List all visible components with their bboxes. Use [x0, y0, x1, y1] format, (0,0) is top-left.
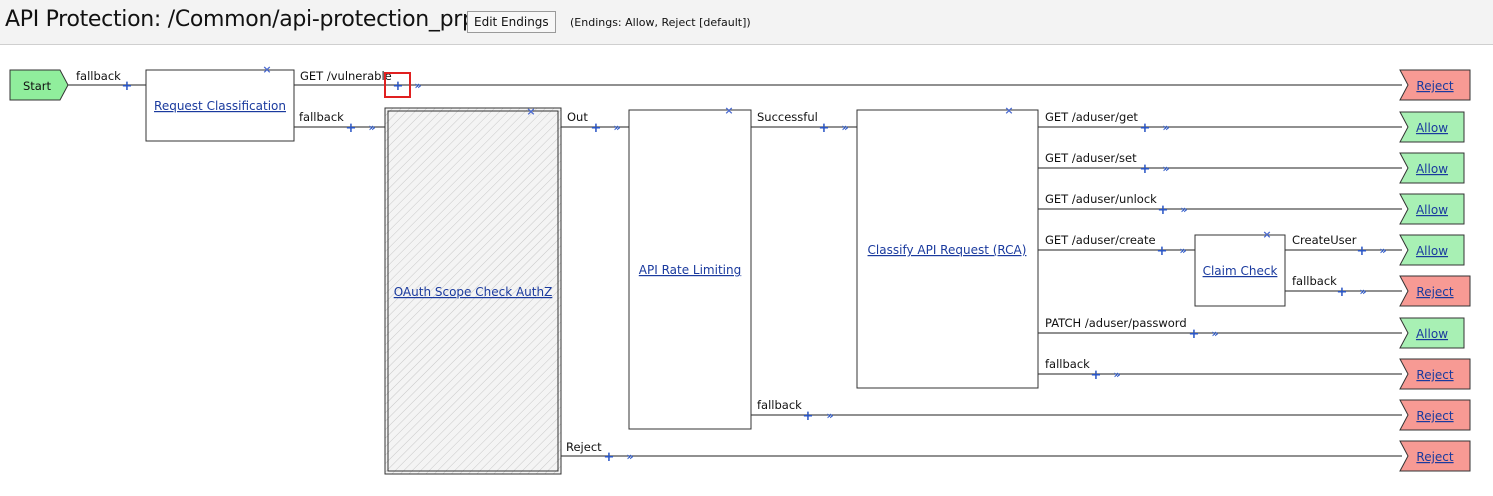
branch-rca-fallback: fallback	[1045, 357, 1090, 371]
policy-flow-diagram: Start × Request Classification × OAuth S…	[9, 63, 1471, 475]
box-classify-rca[interactable]: × Classify API Request (RCA)	[856, 104, 1039, 389]
branch-oauth-out: Out	[567, 110, 588, 124]
arrow-icon: »	[1179, 244, 1186, 257]
branch-cc-fallback: fallback	[1292, 274, 1337, 288]
box-claim-check[interactable]: × Claim Check	[1194, 228, 1286, 307]
claim-check-link[interactable]: Claim Check	[1203, 264, 1278, 278]
ending-reject-10[interactable]: Reject	[1399, 440, 1471, 472]
ending-link[interactable]: Reject	[1416, 285, 1453, 299]
ending-allow-7[interactable]: Allow	[1399, 317, 1465, 349]
arrow-icon: »	[1113, 368, 1120, 381]
branch-rca-unlock: GET /aduser/unlock	[1045, 192, 1157, 206]
close-icon[interactable]: ×	[526, 105, 535, 118]
box-request-classification[interactable]: × Request Classification	[145, 63, 295, 142]
ending-link[interactable]: Reject	[1416, 450, 1453, 464]
arrow-icon: »	[1379, 244, 1386, 257]
branch-rca-create: GET /aduser/create	[1045, 233, 1156, 247]
add-item-icon[interactable]: +	[591, 121, 602, 136]
oauth-scope-link[interactable]: OAuth Scope Check AuthZ	[394, 285, 553, 299]
add-item-icon[interactable]: +	[1158, 203, 1169, 218]
ending-reject-6[interactable]: Reject	[1399, 275, 1471, 307]
close-icon[interactable]: ×	[1004, 104, 1013, 117]
ending-link[interactable]: Allow	[1416, 203, 1448, 217]
arrow-icon: »	[626, 450, 633, 463]
ending-link[interactable]: Reject	[1416, 368, 1453, 382]
arrow-icon: »	[1180, 203, 1187, 216]
ending-link[interactable]: Allow	[1416, 327, 1448, 341]
branch-start-fallback: fallback	[76, 69, 121, 83]
close-icon[interactable]: ×	[1262, 228, 1271, 241]
add-item-icon[interactable]: +	[819, 121, 830, 136]
add-item-icon[interactable]: +	[1140, 162, 1151, 177]
add-item-icon[interactable]: +	[1091, 368, 1102, 383]
add-item-icon[interactable]: +	[1189, 327, 1200, 342]
branch-oauth-reject: Reject	[566, 440, 602, 454]
arrow-icon: »	[1211, 327, 1218, 340]
ending-link[interactable]: Reject	[1416, 79, 1453, 93]
branch-cc-createuser: CreateUser	[1292, 233, 1357, 247]
branch-rca-set: GET /aduser/set	[1045, 151, 1137, 165]
ending-link[interactable]: Reject	[1416, 409, 1453, 423]
add-item-icon[interactable]: +	[1357, 244, 1368, 259]
add-item-icon[interactable]: +	[122, 79, 133, 94]
ending-reject-8[interactable]: Reject	[1399, 358, 1471, 390]
ending-reject-1[interactable]: Reject	[1399, 69, 1471, 101]
classify-rca-link[interactable]: Classify API Request (RCA)	[868, 243, 1027, 257]
arrow-icon: »	[613, 121, 620, 134]
ending-allow-5[interactable]: Allow	[1399, 234, 1465, 266]
ending-link[interactable]: Allow	[1416, 121, 1448, 135]
branch-rca-get: GET /aduser/get	[1045, 110, 1138, 124]
branch-get-vulnerable: GET /vulnerable	[300, 69, 392, 83]
close-icon[interactable]: ×	[724, 104, 733, 117]
branch-rca-patch: PATCH /aduser/password	[1045, 316, 1187, 330]
arrow-icon: »	[826, 409, 833, 422]
arrow-icon: »	[414, 79, 421, 92]
add-item-icon[interactable]: +	[1157, 244, 1168, 259]
box-rate-limiting[interactable]: × API Rate Limiting	[628, 104, 752, 430]
start-label: Start	[23, 79, 52, 93]
close-icon[interactable]: ×	[262, 63, 271, 76]
arrow-icon: »	[368, 121, 375, 134]
box-oauth-scope[interactable]: × OAuth Scope Check AuthZ	[384, 105, 562, 475]
start-node[interactable]: Start	[9, 69, 69, 101]
add-item-icon[interactable]: +	[604, 450, 615, 465]
request-classification-link[interactable]: Request Classification	[154, 99, 286, 113]
branch-rl-fallback: fallback	[757, 398, 802, 412]
add-item-icon[interactable]: +	[346, 121, 357, 136]
add-item-icon[interactable]: +	[803, 409, 814, 424]
add-item-icon[interactable]: +	[393, 79, 404, 94]
ending-allow-4[interactable]: Allow	[1399, 193, 1465, 225]
branch-rl-successful: Successful	[757, 110, 818, 124]
arrow-icon: »	[1162, 162, 1169, 175]
ending-allow-3[interactable]: Allow	[1399, 152, 1465, 184]
branch-rc-fallback: fallback	[299, 110, 344, 124]
ending-reject-9[interactable]: Reject	[1399, 399, 1471, 431]
arrow-icon: »	[1359, 285, 1366, 298]
add-item-icon[interactable]: +	[1337, 285, 1348, 300]
arrow-icon: »	[841, 121, 848, 134]
ending-link[interactable]: Allow	[1416, 244, 1448, 258]
ending-link[interactable]: Allow	[1416, 162, 1448, 176]
ending-allow-2[interactable]: Allow	[1399, 111, 1465, 143]
add-item-icon[interactable]: +	[1140, 121, 1151, 136]
arrow-icon: »	[1162, 121, 1169, 134]
rate-limiting-link[interactable]: API Rate Limiting	[639, 263, 741, 277]
